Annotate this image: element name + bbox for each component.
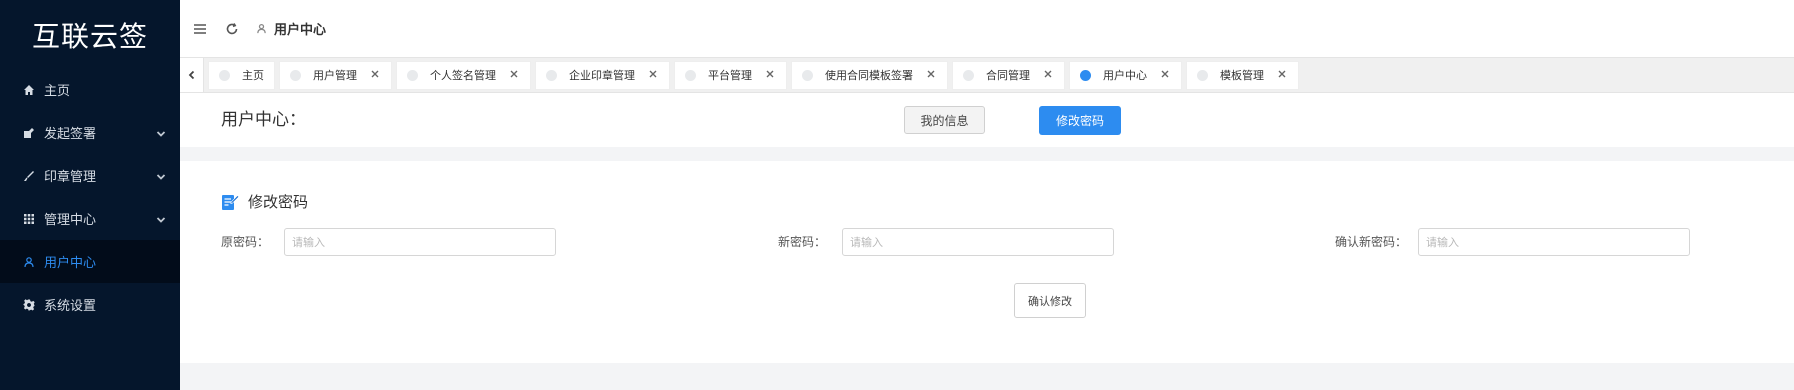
tab-label: 模板管理 — [1220, 69, 1264, 82]
tab-status-dot — [546, 69, 557, 81]
section-title-text: 修改密码 — [248, 193, 309, 211]
tab-status-dot — [1197, 69, 1208, 81]
tab-label: 用户中心 — [1103, 69, 1147, 82]
user-icon — [22, 255, 36, 269]
sidebar-item-label: 管理中心 — [44, 213, 97, 228]
home-icon — [22, 83, 36, 97]
breadcrumb: 用户中心 — [256, 19, 326, 38]
change-password-button[interactable]: 修改密码 — [1039, 106, 1121, 135]
top-header: 用户中心 — [180, 0, 1794, 57]
new-password-input[interactable] — [842, 228, 1114, 256]
tab-personal-signature[interactable]: 个人签名管理 — [396, 60, 531, 90]
sidebar-item-label: 用户中心 — [44, 256, 97, 271]
tab-status-dot — [407, 69, 418, 81]
tab-label: 使用合同模板签署 — [825, 69, 913, 82]
tab-enterprise-seal[interactable]: 企业印章管理 — [535, 60, 670, 90]
user-icon — [256, 23, 268, 35]
close-icon[interactable] — [766, 70, 776, 80]
tab-status-dot — [1080, 69, 1091, 81]
chevron-down-icon — [156, 214, 166, 224]
tabs-bar: 主页 用户管理 个人签名管理 企业印章管理 平台管理 使用合同模板签署 合同管理… — [180, 57, 1794, 93]
tab-label: 合同管理 — [986, 69, 1030, 82]
tab-template-signing[interactable]: 使用合同模板签署 — [791, 60, 948, 90]
tab-status-dot — [685, 69, 696, 81]
change-password-card: 修改密码 原密码： 新密码： 确认新密码： 确认修改 — [180, 161, 1794, 363]
new-password-label: 新密码： — [778, 235, 827, 249]
tab-status-dot — [802, 69, 813, 81]
sidebar-item-start-signing[interactable]: 发起签署 — [0, 111, 180, 154]
section-title: 修改密码 — [220, 191, 308, 212]
close-icon[interactable] — [649, 70, 659, 80]
confirm-password-input[interactable] — [1418, 228, 1690, 256]
confirm-change-button[interactable]: 确认修改 — [1014, 283, 1086, 318]
tab-user-center[interactable]: 用户中心 — [1069, 60, 1182, 90]
tab-status-dot — [963, 69, 974, 81]
tab-label: 主页 — [242, 69, 264, 82]
close-icon[interactable] — [1161, 70, 1171, 80]
app-logo: 互联云签 — [31, 20, 148, 53]
breadcrumb-current: 用户中心 — [274, 23, 327, 38]
grid-icon — [22, 212, 36, 226]
sidebar-item-seal-management[interactable]: 印章管理 — [0, 154, 180, 197]
tab-user-management[interactable]: 用户管理 — [279, 60, 392, 90]
menu-toggle-icon[interactable] — [192, 21, 208, 37]
close-icon[interactable] — [1044, 70, 1054, 80]
refresh-icon[interactable] — [224, 21, 240, 37]
tab-platform-management[interactable]: 平台管理 — [674, 60, 787, 90]
edit-note-icon — [222, 194, 240, 210]
gear-icon — [22, 298, 36, 312]
my-info-button[interactable]: 我的信息 — [904, 106, 985, 134]
sign-icon — [22, 126, 36, 140]
sidebar: 互联云签 主页 发起签署 印章管理 管理中心 用户中心 系统设置 — [0, 0, 180, 390]
sidebar-item-management-center[interactable]: 管理中心 — [0, 197, 180, 240]
page-title: 用户中心： — [221, 110, 306, 130]
sidebar-item-user-center[interactable]: 用户中心 — [0, 240, 180, 283]
chevron-down-icon — [156, 171, 166, 181]
tab-label: 平台管理 — [708, 69, 752, 82]
tab-home[interactable]: 主页 — [208, 60, 275, 90]
confirm-password-label: 确认新密码： — [1335, 235, 1408, 249]
tabs-scroll-left-button[interactable] — [180, 58, 204, 92]
sidebar-item-label: 印章管理 — [44, 170, 97, 185]
old-password-label: 原密码： — [221, 235, 270, 249]
sidebar-item-label: 系统设置 — [44, 299, 97, 314]
sidebar-item-label: 主页 — [44, 84, 71, 99]
sidebar-item-system-settings[interactable]: 系统设置 — [0, 283, 180, 326]
chevron-down-icon — [156, 128, 166, 138]
tab-label: 企业印章管理 — [569, 69, 635, 82]
tab-status-dot — [290, 69, 301, 81]
old-password-input[interactable] — [284, 228, 556, 256]
tab-template-management[interactable]: 模板管理 — [1186, 60, 1299, 90]
close-icon[interactable] — [510, 70, 520, 80]
brush-icon — [22, 169, 36, 183]
close-icon[interactable] — [927, 70, 937, 80]
tab-status-dot — [219, 69, 230, 81]
close-icon[interactable] — [1278, 70, 1288, 80]
close-icon[interactable] — [371, 70, 381, 80]
sidebar-item-home[interactable]: 主页 — [0, 68, 180, 111]
tab-label: 用户管理 — [313, 69, 357, 82]
chevron-left-icon — [188, 70, 194, 80]
page-header-card: 用户中心： 我的信息 修改密码 — [180, 93, 1794, 147]
sidebar-item-label: 发起签署 — [44, 127, 97, 142]
tab-contract-management[interactable]: 合同管理 — [952, 60, 1065, 90]
tab-label: 个人签名管理 — [430, 69, 496, 82]
